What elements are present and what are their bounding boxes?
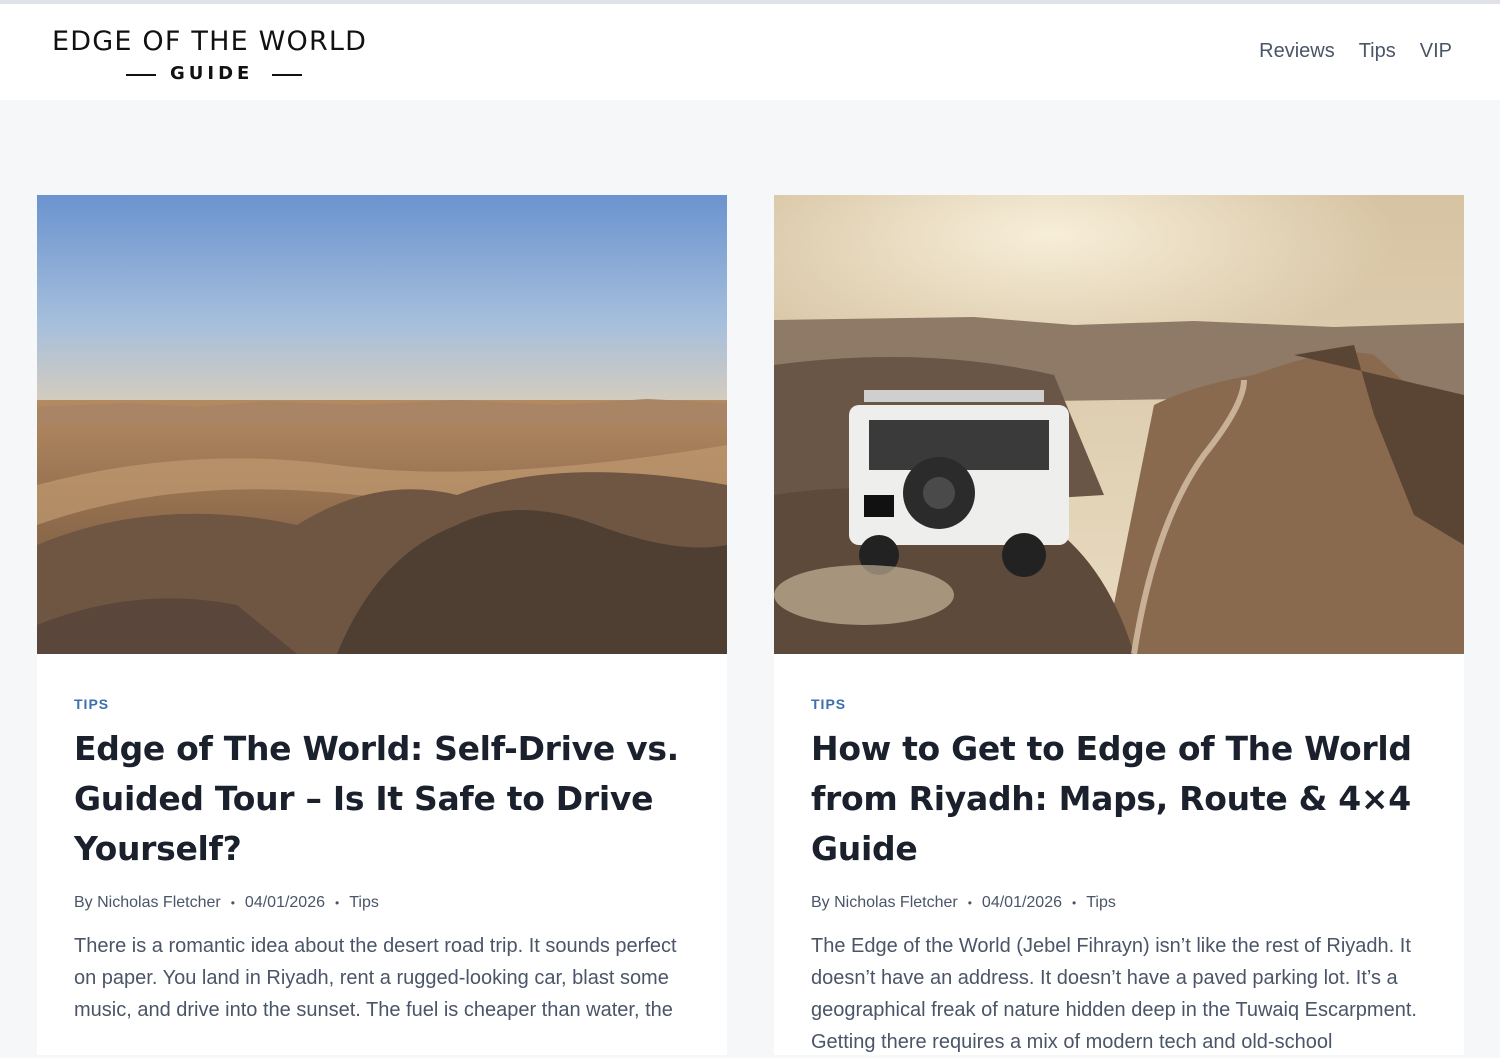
post-date: 04/01/2026 [244, 894, 325, 911]
logo-rule-right [272, 74, 302, 76]
logo-title: EDGE OF THE WORLD [52, 26, 368, 57]
post-body: TIPS Edge of The World: Self-Drive vs. G… [74, 654, 694, 1026]
post-category[interactable]: TIPS [811, 696, 1431, 712]
meta-separator-dot: • [967, 896, 972, 910]
post-excerpt: There is a romantic idea about the deser… [74, 935, 677, 1021]
desert-landscape-image [37, 195, 727, 654]
site-logo[interactable]: EDGE OF THE WORLD GUIDE [40, 18, 390, 94]
desert-jeep-image [774, 195, 1464, 654]
post-title[interactable]: How to Get to Edge of The World from Riy… [811, 724, 1431, 874]
post-thumbnail[interactable] [774, 195, 1464, 654]
post-body: TIPS How to Get to Edge of The World fro… [811, 654, 1431, 1058]
post-card: TIPS Edge of The World: Self-Drive vs. G… [37, 195, 727, 1055]
post-title[interactable]: Edge of The World: Self-Drive vs. Guided… [74, 724, 694, 874]
meta-separator-dot: • [1072, 896, 1077, 910]
post-author[interactable]: By Nicholas Fletcher [74, 894, 221, 912]
meta-separator-dot: • [335, 896, 340, 910]
logo-subtitle: GUIDE [170, 63, 254, 84]
nav-item-reviews[interactable]: Reviews [1259, 40, 1335, 63]
site-header: EDGE OF THE WORLD GUIDE Reviews Tips VIP [0, 4, 1500, 100]
main-nav: Reviews Tips VIP [1259, 40, 1452, 63]
post-card: TIPS How to Get to Edge of The World fro… [774, 195, 1464, 1055]
post-author[interactable]: By Nicholas Fletcher [811, 894, 958, 912]
nav-item-tips[interactable]: Tips [1359, 40, 1396, 63]
post-meta-category[interactable]: Tips [1086, 894, 1116, 912]
post-thumbnail[interactable] [37, 195, 727, 654]
post-category[interactable]: TIPS [74, 696, 694, 712]
post-date: 04/01/2026 [981, 894, 1062, 911]
nav-item-vip[interactable]: VIP [1420, 40, 1452, 63]
meta-separator-dot: • [230, 896, 235, 910]
logo-rule-left [126, 74, 156, 76]
logo-subtitle-group: GUIDE [126, 63, 302, 85]
post-meta-category[interactable]: Tips [349, 894, 379, 912]
post-excerpt: The Edge of the World (Jebel Fihrayn) is… [811, 935, 1417, 1053]
post-meta: By Nicholas Fletcher • 04/01/2026 • Tips [811, 894, 1431, 912]
post-meta: By Nicholas Fletcher • 04/01/2026 • Tips [74, 894, 694, 912]
